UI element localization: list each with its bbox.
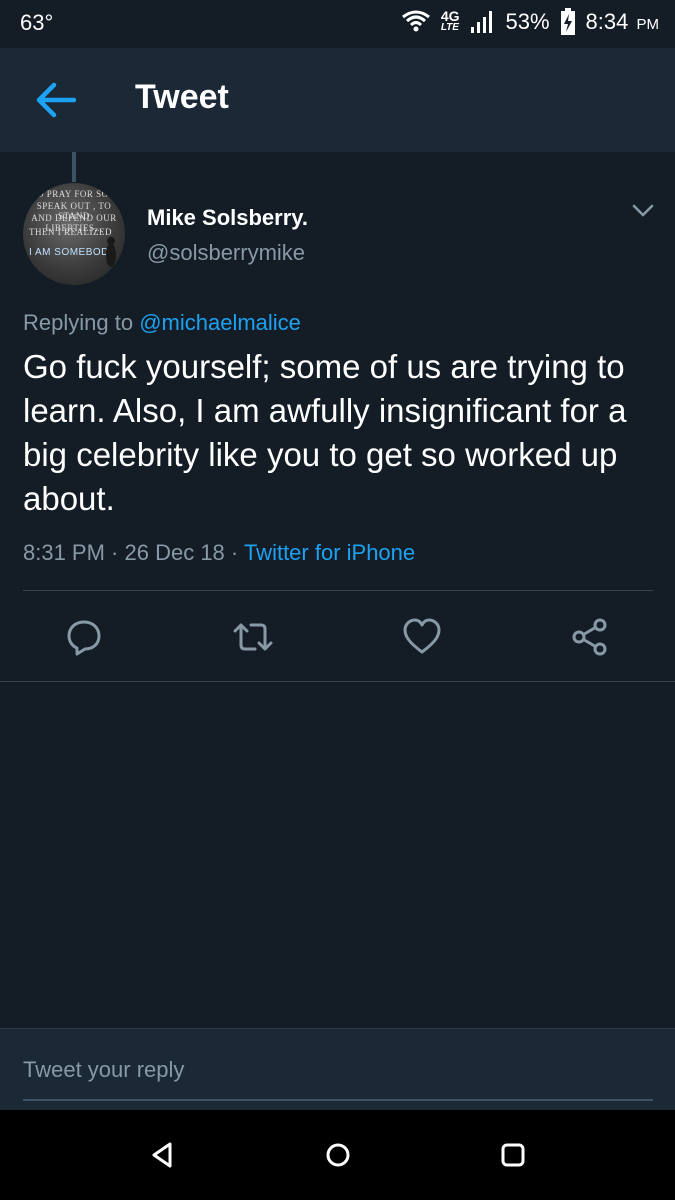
retweet-button[interactable] — [231, 617, 273, 657]
clock-ampm: PM — [636, 16, 660, 33]
system-home-button[interactable] — [323, 1140, 353, 1170]
system-recents-button[interactable] — [498, 1140, 528, 1170]
retweet-icon — [233, 623, 273, 651]
reply-input[interactable]: Tweet your reply — [23, 1057, 653, 1101]
reply-composer: Tweet your reply — [0, 1028, 675, 1111]
meta-separator: · — [104, 540, 125, 565]
reply-icon — [67, 620, 101, 656]
reply-button[interactable] — [64, 617, 104, 657]
avatar[interactable]: TO PRAY FOR SO... SPEAK OUT , TO STAND A… — [23, 183, 125, 285]
like-button[interactable] — [402, 617, 442, 657]
status-icons: 4G LTE 53% 8:34 PM — [401, 8, 659, 36]
system-nav-bar — [0, 1110, 675, 1200]
chevron-down-icon — [632, 204, 654, 217]
thread-connector-line — [72, 152, 76, 182]
share-button[interactable] — [570, 617, 610, 657]
divider — [23, 590, 653, 591]
network-type: 4G LTE — [440, 8, 460, 34]
network-sub-label: LTE — [440, 22, 459, 33]
signal-icon — [470, 11, 492, 33]
user-handle[interactable]: @solsberrymike — [147, 240, 305, 266]
meta-separator: · — [224, 540, 244, 565]
home-nav-icon — [326, 1143, 350, 1167]
network-label: 4G — [440, 8, 460, 24]
app-bar: Tweet — [0, 48, 675, 152]
tweet-date: 26 Dec 18 — [124, 540, 225, 565]
like-icon — [403, 618, 441, 654]
tweet-menu-button[interactable] — [630, 200, 656, 220]
replying-to-label: Replying to — [23, 310, 134, 335]
tweet-text: Go fuck yourself; some of us are trying … — [23, 348, 627, 517]
divider — [0, 681, 675, 682]
share-icon — [572, 618, 607, 656]
wifi-icon — [401, 10, 430, 32]
tweet-source[interactable]: Twitter for iPhone — [244, 540, 415, 565]
battery-percent: 53% — [505, 9, 550, 34]
page-title: Tweet — [135, 78, 229, 116]
back-nav-icon — [152, 1142, 172, 1168]
display-name[interactable]: Mike Solsberry. — [147, 205, 308, 231]
tweet-time: 8:31 PM — [23, 540, 105, 565]
battery-charging-icon — [560, 8, 575, 35]
replying-to: Replying to @michaelmalice — [23, 310, 301, 336]
clock-time: 8:34 — [585, 9, 629, 34]
replying-to-mention[interactable]: @michaelmalice — [139, 310, 301, 335]
tweet-actions — [0, 605, 675, 669]
status-bar: 63° 4G LTE 53% 8:34 PM — [0, 0, 675, 48]
recents-nav-icon — [501, 1143, 525, 1167]
clock: 8:34 PM — [586, 9, 659, 35]
arrow-left-icon — [36, 82, 77, 118]
back-button[interactable] — [30, 76, 84, 124]
system-back-button[interactable] — [148, 1140, 178, 1170]
temperature: 63° — [20, 10, 54, 35]
tweet-metadata: 8:31 PM · 26 Dec 18 · Twitter for iPhone — [23, 540, 415, 566]
avatar-figure — [106, 237, 116, 267]
